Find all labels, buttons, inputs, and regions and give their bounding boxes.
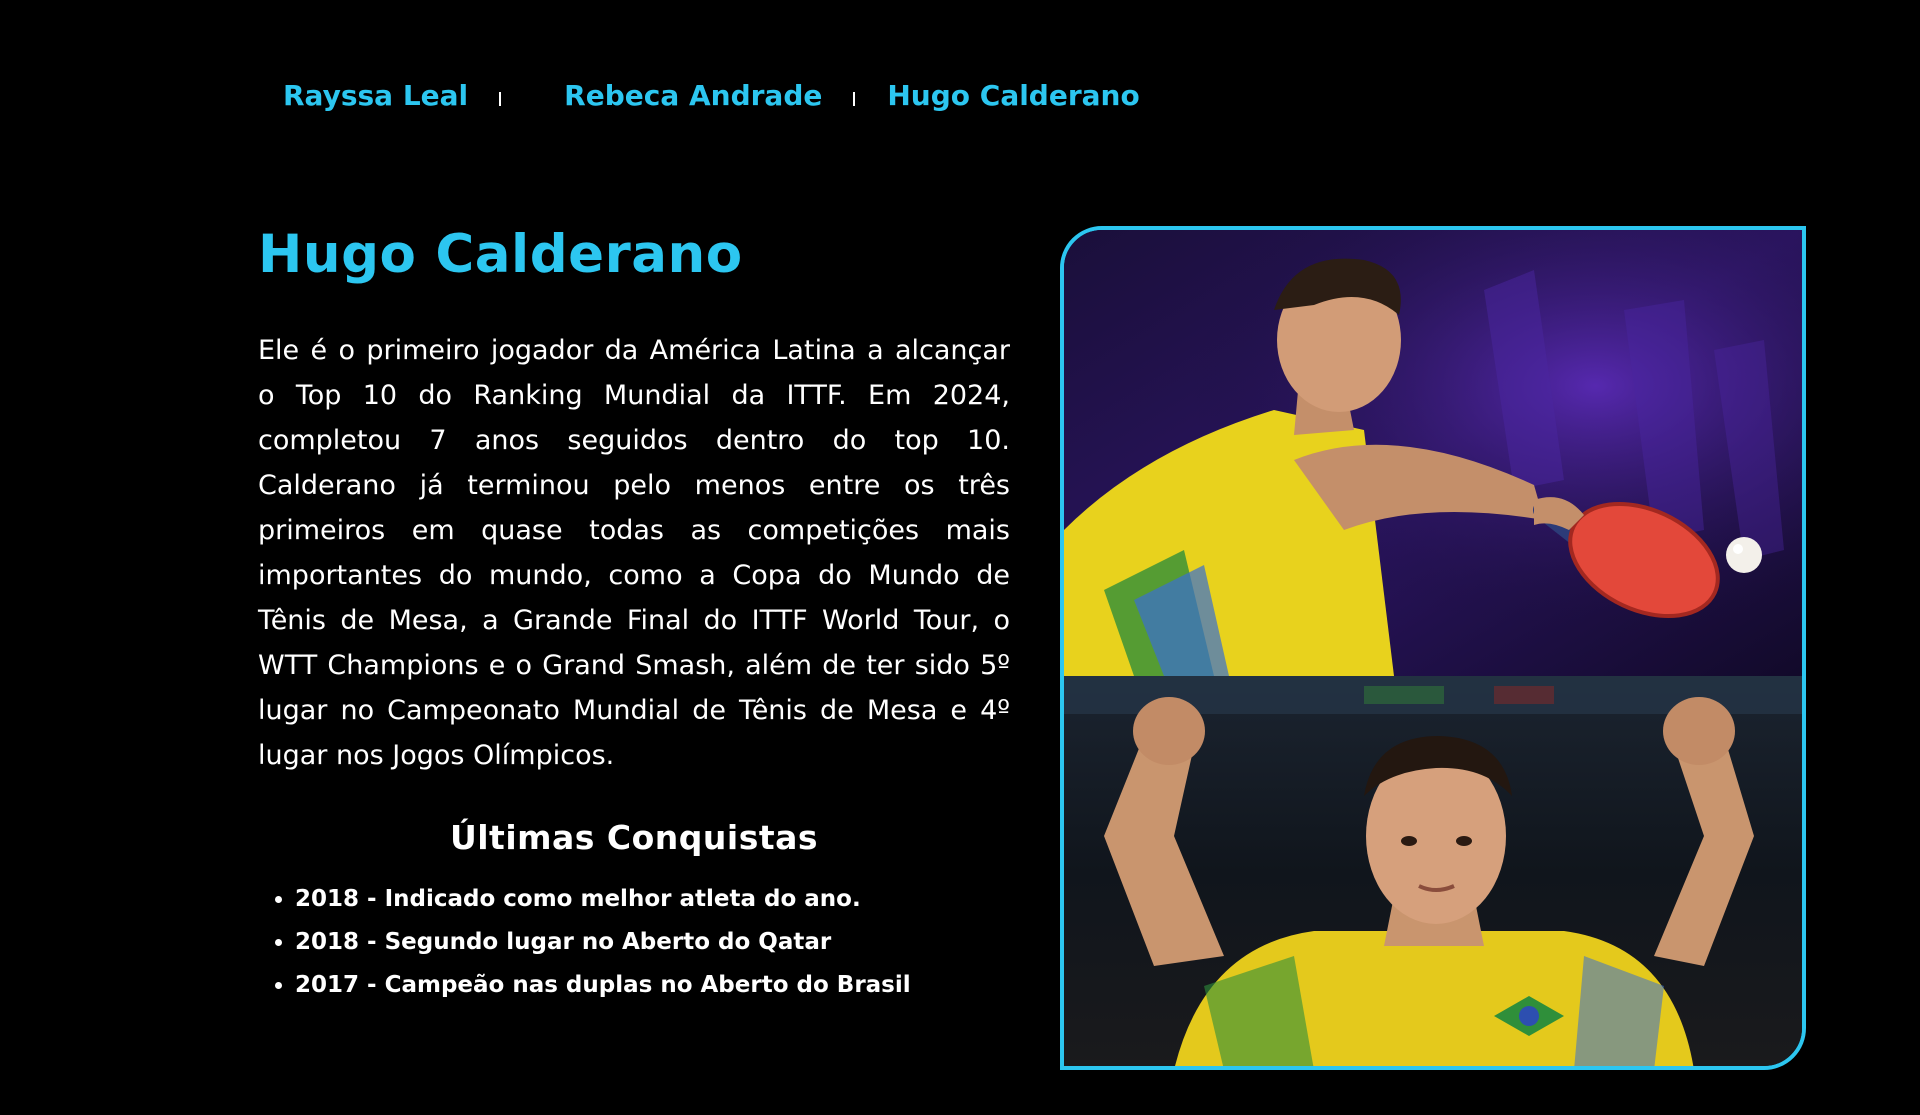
athlete-bio: Ele é o primeiro jogador da América Lati… <box>258 335 1010 771</box>
achievement-item: 2018 - Segundo lugar no Aberto do Qatar <box>295 921 1010 964</box>
celebrating-photo-illustration <box>1064 676 1802 1066</box>
athlete-photo-frame <box>1060 226 1806 1070</box>
achievement-item: 2018 - Indicado como melhor atleta do an… <box>295 878 1010 921</box>
nav-separator <box>499 92 502 106</box>
nav-link-rebeca-andrade[interactable]: Rebeca Andrade <box>564 79 822 112</box>
athlete-info: Hugo Calderano Ele é o primeiro jogador … <box>258 222 1010 1007</box>
achievements-list: 2018 - Indicado como melhor atleta do an… <box>258 878 1010 1007</box>
playing-photo-illustration <box>1064 230 1802 676</box>
nav-separator <box>853 92 856 106</box>
athlete-celebrating-photo <box>1064 676 1802 1066</box>
nav-link-rayssa-leal[interactable]: Rayssa Leal <box>283 79 468 112</box>
achievements-title: Últimas Conquistas <box>449 818 819 857</box>
athlete-playing-photo <box>1064 230 1802 676</box>
athlete-name-title: Hugo Calderano <box>258 224 743 285</box>
nav-link-hugo-calderano[interactable]: Hugo Calderano <box>887 79 1139 112</box>
athlete-nav: Rayssa Leal Rebeca Andrade Hugo Calderan… <box>283 70 1140 120</box>
achievement-item: 2017 - Campeão nas duplas no Aberto do B… <box>295 964 1010 1007</box>
